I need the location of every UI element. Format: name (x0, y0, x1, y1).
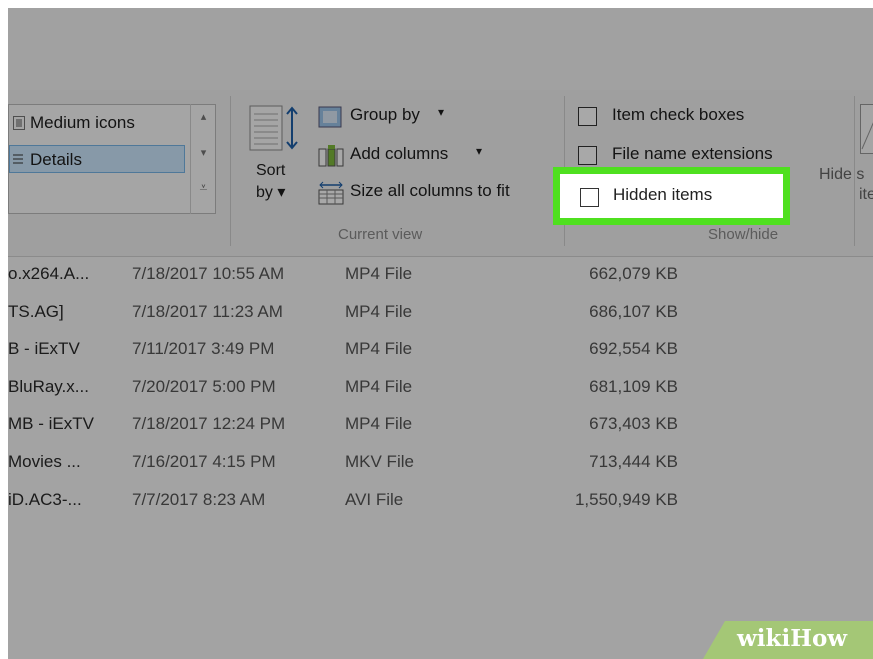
item-check-boxes-option[interactable]: Item check boxes (578, 105, 798, 131)
file-size: 1,550,949 KB (574, 489, 678, 509)
hidden-items-checkbox[interactable] (580, 188, 599, 207)
file-size: 681,109 KB (589, 376, 678, 396)
chevron-down-icon: ▾ (200, 147, 207, 159)
item-check-boxes-checkbox[interactable] (578, 107, 597, 126)
group-by-icon (318, 106, 342, 128)
layout-gallery: Medium icons Details (8, 104, 216, 214)
scroll-up-button[interactable]: ▴ (191, 106, 216, 128)
file-name: iD.AC3-... (8, 489, 82, 509)
file-size: 713,444 KB (589, 452, 678, 471)
table-row[interactable]: TS.AG] 7/18/2017 11:23 AM MP4 File 686,107 … (8, 294, 873, 332)
layout-option-medium-icons[interactable]: Medium icons (9, 109, 185, 137)
table-row[interactable]: Movies ... 7/16/2017 4:15 PM MKV File 713,4… (8, 444, 873, 482)
file-size: 686,107 KB (589, 301, 678, 321)
file-size: 662,079 KB (589, 264, 678, 283)
current-view-group-label: Current view (338, 226, 423, 243)
file-type: MP4 File (345, 414, 413, 434)
table-row[interactable]: B - iExTV 7/11/2017 3:49 PM MP4 File 692,55… (8, 331, 873, 369)
add-columns-icon (318, 145, 344, 167)
file-date: 7/20/2017 5:00 PM (132, 376, 276, 396)
size-all-columns-button[interactable]: Size all columns to fit (318, 180, 550, 206)
sort-icon (249, 105, 298, 151)
file-date: 7/18/2017 10:55 AM (132, 264, 285, 283)
file-date: 7/18/2017 11:23 AM (132, 301, 283, 321)
file-type: AVI File (345, 489, 404, 509)
show-hide-group-label: Show/hide (708, 226, 779, 243)
sort-by-button[interactable]: Sort by ▾ (246, 102, 302, 212)
file-explorer-window: Medium icons Details ▴ ▾ ⩡ Sort by ▾ Gro… (8, 8, 873, 659)
wikihow-logo: wikiHow (737, 625, 848, 652)
size-all-columns-label: Size all columns to fit (350, 181, 510, 200)
group-divider (230, 96, 231, 246)
file-name: o.x264.A... (8, 264, 90, 283)
layout-option-label: Medium icons (30, 113, 135, 132)
wikihow-watermark: wikiHow (703, 621, 873, 659)
scroll-down-button[interactable]: ▾ (191, 142, 216, 164)
title-area (8, 8, 873, 90)
file-name: B - iExTV (8, 339, 80, 359)
table-row[interactable]: BluRay.x... 7/20/2017 5:00 PM MP4 File 681,… (8, 369, 873, 407)
medium-icons-icon (13, 116, 25, 130)
layout-gallery-scroll: ▴ ▾ ⩡ (190, 104, 216, 214)
file-date: 7/18/2017 12:24 PM (132, 414, 286, 434)
hide-selected-label-2: ite (859, 186, 873, 203)
file-size: 692,554 KB (589, 339, 678, 359)
table-row[interactable]: iD.AC3-... 7/7/2017 8:23 AM AVI File 1,550,… (8, 482, 873, 520)
add-columns-button[interactable]: Add columns ▾ (318, 143, 508, 169)
file-name: MB - iExTV (8, 414, 94, 434)
file-type: MP4 File (345, 339, 413, 359)
more-icon: ⩡ (199, 179, 208, 195)
hide-selected-label: Hide s (819, 166, 865, 183)
add-columns-label: Add columns (350, 144, 449, 163)
layout-option-label: Details (30, 150, 82, 169)
file-size: 673,403 KB (589, 414, 678, 434)
caret-down-icon: ▾ (277, 184, 286, 201)
hidden-items-highlight[interactable]: Hidden items (553, 167, 790, 225)
hide-selected-items-button[interactable]: Hide s ite (816, 104, 873, 214)
sort-label: Sort (256, 162, 286, 179)
table-row[interactable]: o.x264.A... 7/18/2017 10:55 AM MP4 File 662… (8, 256, 873, 294)
screenshot: Medium icons Details ▴ ▾ ⩡ Sort by ▾ Gro… (0, 0, 873, 659)
caret-down-icon: ▾ (438, 105, 445, 119)
hide-selected-icon (860, 104, 873, 154)
hidden-items-label: Hidden items (613, 185, 713, 204)
file-name: BluRay.x... (8, 376, 89, 396)
file-type: MP4 File (345, 376, 413, 396)
layout-option-details[interactable]: Details (9, 145, 185, 173)
item-check-boxes-label: Item check boxes (612, 105, 745, 124)
file-date: 7/11/2017 3:49 PM (132, 339, 275, 359)
file-type: MKV File (345, 452, 414, 471)
chevron-up-icon: ▴ (200, 111, 207, 123)
table-row[interactable]: MB - iExTV 7/18/2017 12:24 PM MP4 File 673,… (8, 406, 873, 444)
file-name-extensions-label: File name extensions (612, 144, 773, 163)
file-name: TS.AG] (8, 301, 64, 321)
caret-down-icon: ▾ (476, 144, 483, 158)
file-type: MP4 File (345, 264, 413, 283)
size-columns-icon (318, 181, 344, 205)
file-date: 7/7/2017 8:23 AM (132, 489, 266, 509)
file-type: MP4 File (345, 301, 413, 321)
file-date: 7/16/2017 4:15 PM (132, 452, 276, 471)
by-label: by ▾ (256, 184, 286, 201)
file-name: Movies ... (8, 452, 81, 471)
expand-gallery-button[interactable]: ⩡ (191, 176, 216, 198)
details-icon (13, 154, 23, 164)
file-name-extensions-checkbox[interactable] (578, 146, 597, 165)
group-by-button[interactable]: Group by ▾ (318, 104, 468, 130)
group-by-label: Group by (350, 105, 420, 124)
